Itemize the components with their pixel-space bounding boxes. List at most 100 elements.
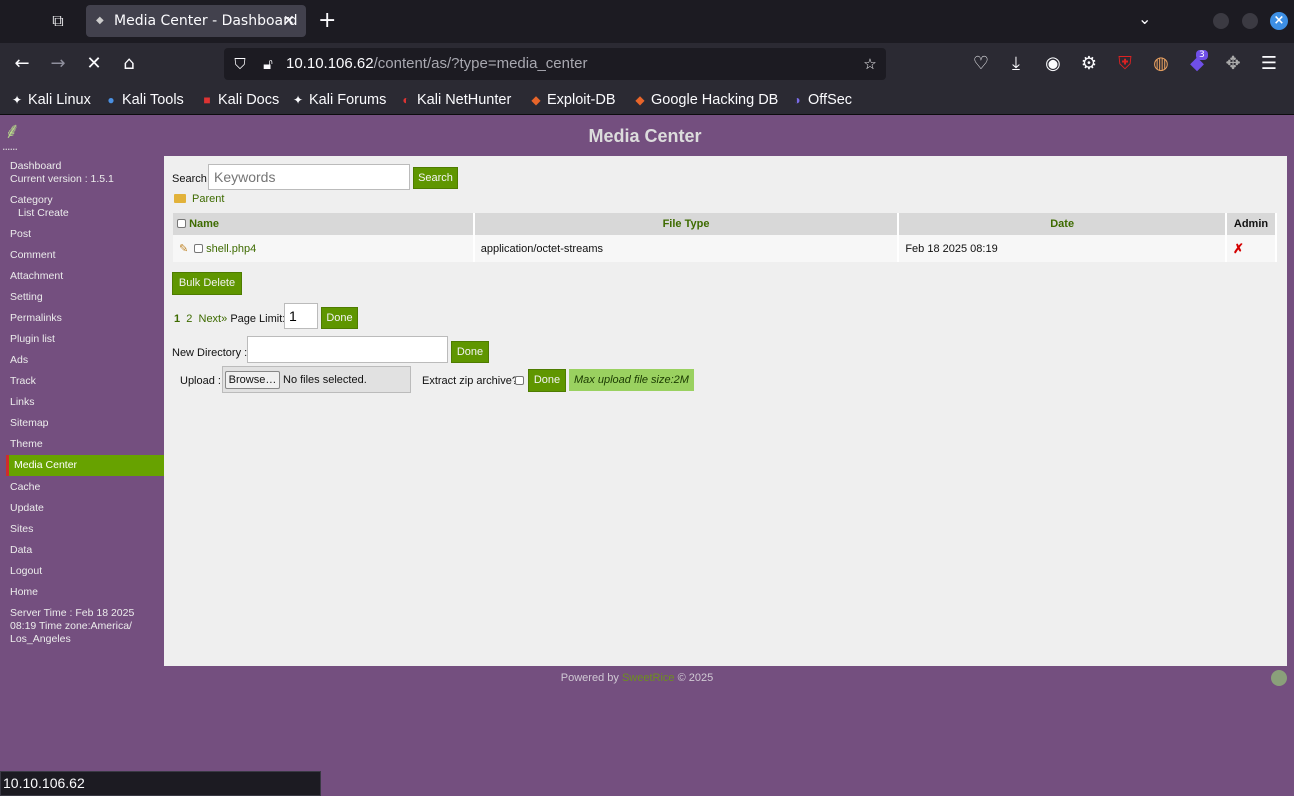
- new-directory-input[interactable]: [247, 336, 448, 363]
- footer: Powered by SweetRice © 2025: [0, 672, 1274, 684]
- home-icon[interactable]: ⌂: [117, 52, 141, 76]
- maximize-window-icon[interactable]: [1242, 13, 1258, 29]
- file-type-cell: application/octet-streams: [473, 235, 900, 262]
- extract-zip-checkbox[interactable]: [515, 376, 524, 385]
- sidebar-item-comment[interactable]: Comment: [10, 249, 56, 261]
- sidebar-item-theme[interactable]: Theme: [10, 438, 43, 450]
- sidebar-item-track[interactable]: Track: [10, 375, 36, 387]
- table-row: ✎ shell.php4 application/octet-streams F…: [173, 235, 1278, 262]
- sidebar-item-cache[interactable]: Cache: [10, 481, 40, 493]
- no-files-text: No files selected.: [283, 374, 367, 386]
- account-icon[interactable]: ◉: [1041, 52, 1065, 76]
- sidebar-item-setting[interactable]: Setting: [10, 291, 43, 303]
- bookmark-kali-forums[interactable]: ✦ Kali Forums: [291, 85, 386, 115]
- extract-zip-label: Extract zip archive?: [422, 375, 518, 387]
- browser-tab-bar: ⧉ ◆ Media Center - Dashboard ✕ + ⌄ ×: [0, 0, 1294, 43]
- search-input[interactable]: [208, 164, 410, 190]
- hamburger-menu-icon[interactable]: ☰: [1257, 52, 1281, 76]
- tab-media-center[interactable]: ◆ Media Center - Dashboard: [86, 5, 306, 37]
- file-upload-input[interactable]: Browse… No files selected.: [222, 366, 411, 393]
- minimize-window-icon[interactable]: [1213, 13, 1229, 29]
- sidebar-item-update[interactable]: Update: [10, 502, 44, 514]
- extension-badge-count: 3: [1196, 50, 1208, 60]
- bookmark-kali-tools[interactable]: ● Kali Tools: [104, 85, 183, 115]
- insecure-lock-icon[interactable]: 🔓︎: [258, 54, 278, 74]
- sidebar-item-data[interactable]: Data: [10, 544, 32, 556]
- forward-icon[interactable]: →: [46, 52, 70, 76]
- sweetrice-link[interactable]: SweetRice: [622, 672, 675, 684]
- browse-button[interactable]: Browse…: [225, 371, 280, 389]
- sidebar-item-category[interactable]: Category: [10, 194, 53, 206]
- sidebar-item-attachment[interactable]: Attachment: [10, 270, 63, 282]
- puzzle-extension-icon[interactable]: ✥: [1221, 52, 1245, 76]
- close-window-icon[interactable]: ×: [1270, 12, 1288, 30]
- url-bar[interactable]: ⛉ 🔓︎ 10.10.106.62/content/as/?type=media…: [224, 48, 886, 80]
- stop-loading-icon[interactable]: ✕: [82, 52, 106, 76]
- sidebar-item-plugin-list[interactable]: Plugin list: [10, 333, 55, 345]
- cookie-extension-icon[interactable]: ◍: [1149, 52, 1173, 76]
- next-page-link[interactable]: Next»: [199, 313, 228, 325]
- downloads-icon[interactable]: ⤓: [1004, 52, 1028, 76]
- edit-file-icon[interactable]: ✎: [179, 242, 191, 255]
- back-icon[interactable]: ←: [10, 52, 34, 76]
- page-limit-label: Page Limit:: [230, 313, 286, 325]
- file-name-cell: ✎ shell.php4: [173, 235, 475, 262]
- file-admin-cell: ✗: [1225, 235, 1278, 262]
- upload-done-button[interactable]: Done: [528, 369, 566, 392]
- server-time: Server Time : Feb 18 2025 08:19 Time zon…: [10, 607, 135, 645]
- list-all-tabs-chevron-icon[interactable]: ⌄: [1138, 9, 1151, 28]
- bookmark-offsec[interactable]: ◑ OffSec: [790, 85, 852, 115]
- ublock-icon[interactable]: ⛨: [1113, 52, 1137, 76]
- sidebar-item-dashboard[interactable]: Dashboard: [10, 160, 61, 172]
- file-link[interactable]: shell.php4: [206, 243, 256, 255]
- media-center-panel: Search Search Parent Name File Type Date…: [164, 156, 1287, 666]
- status-bar-url: 10.10.106.62: [0, 771, 321, 796]
- select-all-checkbox[interactable]: [177, 219, 186, 228]
- bookmark-google-hacking-db[interactable]: ◆ Google Hacking DB: [633, 85, 778, 115]
- delete-file-icon[interactable]: ✗: [1233, 241, 1244, 256]
- nethunter-icon: ◐: [402, 93, 410, 107]
- tab-close-icon[interactable]: ✕: [283, 11, 295, 31]
- bookmark-kali-nethunter[interactable]: ◐ Kali NetHunter: [399, 85, 511, 115]
- kali-docs-icon: ■: [203, 93, 211, 107]
- bookmark-kali-docs[interactable]: ■ Kali Docs: [200, 85, 279, 115]
- url-text[interactable]: 10.10.106.62/content/as/?type=media_cent…: [286, 48, 587, 80]
- sidebar-item-links[interactable]: Links: [10, 396, 35, 408]
- sidebar-item-sitemap[interactable]: Sitemap: [10, 417, 49, 429]
- pagination: 1 2 Next» Page Limit:: [174, 313, 285, 325]
- bookmark-exploit-db[interactable]: ◆ Exploit-DB: [529, 85, 615, 115]
- table-header-row: Name File Type Date Admin: [173, 213, 1278, 235]
- sidebar-item-sites[interactable]: Sites: [10, 523, 33, 535]
- file-select-checkbox[interactable]: [194, 244, 204, 253]
- page-limit-done-button[interactable]: Done: [321, 307, 358, 329]
- tracking-shield-icon[interactable]: ⛉: [230, 54, 250, 74]
- footer-status-icon: [1271, 670, 1287, 686]
- search-button[interactable]: Search: [413, 167, 458, 189]
- column-name-header: Name: [173, 213, 475, 235]
- new-tab-icon[interactable]: +: [318, 9, 336, 33]
- exploit-db-icon: ◆: [531, 93, 541, 107]
- sidebar-item-permalinks[interactable]: Permalinks: [10, 312, 62, 324]
- sidebar-item-logout[interactable]: Logout: [10, 565, 42, 577]
- exploit-db-icon: ◆: [635, 93, 645, 107]
- max-upload-size: Max upload file size:2M: [569, 369, 694, 391]
- sidebar-item-home[interactable]: Home: [10, 586, 38, 598]
- search-label: Search: [172, 173, 207, 185]
- sidebar-item-ads[interactable]: Ads: [10, 354, 28, 366]
- extensions-icon[interactable]: ⚙: [1077, 52, 1101, 76]
- pocket-icon[interactable]: ♡: [969, 52, 993, 76]
- bookmark-star-icon[interactable]: ☆: [860, 54, 880, 74]
- tab-overview-icon[interactable]: ⧉: [46, 10, 70, 32]
- page-link-2[interactable]: 2: [186, 313, 192, 325]
- page-limit-input[interactable]: [284, 303, 318, 329]
- sidebar-item-post[interactable]: Post: [10, 228, 31, 240]
- bookmark-kali-linux[interactable]: ✦ Kali Linux: [10, 85, 91, 115]
- new-directory-done-button[interactable]: Done: [451, 341, 489, 363]
- sidebar-item-category-list-create[interactable]: List Create: [18, 207, 69, 219]
- upload-label: Upload :: [180, 375, 221, 387]
- sidebar-item-media-center[interactable]: Media Center: [6, 455, 164, 476]
- files-table: Name File Type Date Admin ✎ shell.php4 a…: [173, 213, 1278, 262]
- new-directory-label: New Directory :: [172, 347, 248, 359]
- parent-folder-link[interactable]: Parent: [174, 193, 224, 205]
- bulk-delete-button[interactable]: Bulk Delete: [172, 272, 242, 295]
